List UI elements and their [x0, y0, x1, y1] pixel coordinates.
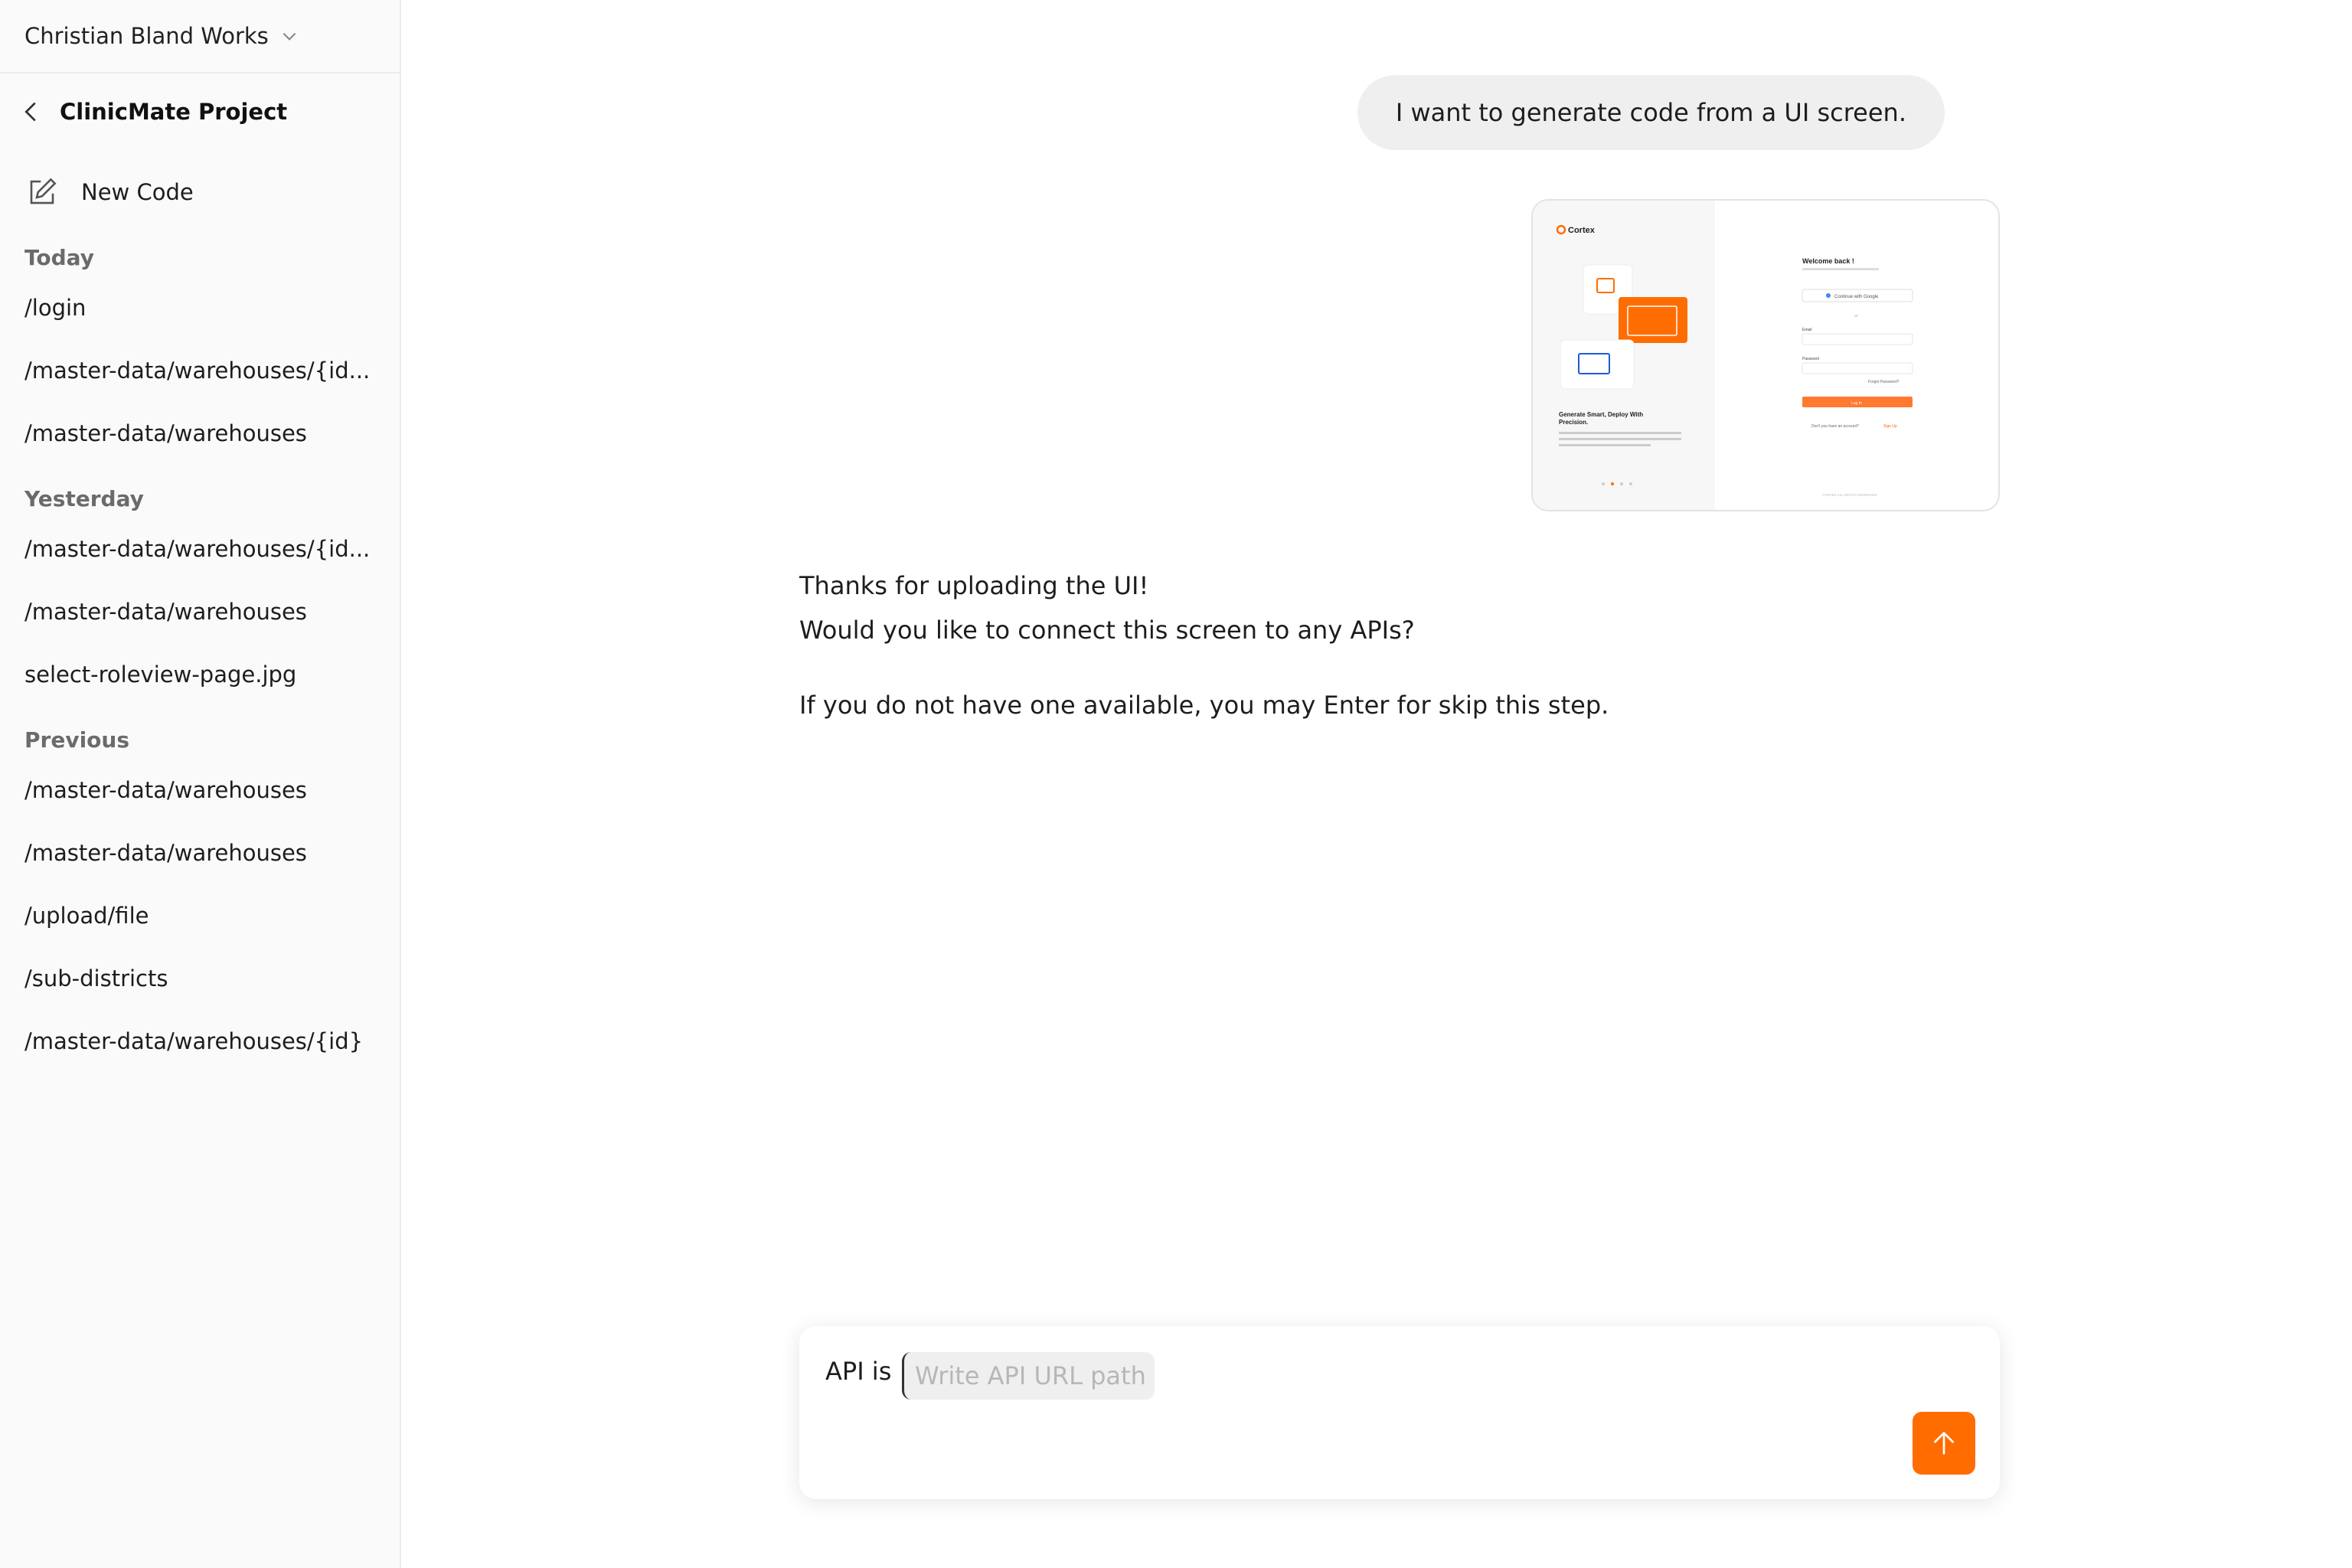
- history-item[interactable]: /master-data/warehouses/{id...: [0, 339, 400, 402]
- history-item[interactable]: /upload/file: [0, 884, 400, 947]
- composer-prefix: API is: [825, 1357, 892, 1386]
- history-item-label: /master-data/warehouses: [24, 840, 307, 866]
- uploaded-screenshot-thumbnail[interactable]: Cortex Generate Smart, Deploy With Preci…: [1531, 199, 2000, 511]
- workspace-name: Christian Bland Works: [24, 23, 269, 49]
- message-composer: API is: [799, 1326, 2000, 1499]
- thumbnail-illustration: Cortex Generate Smart, Deploy With Preci…: [1556, 224, 1687, 485]
- svg-text:Password: Password: [1802, 357, 1819, 361]
- svg-text:CORTEX ALL RIGHTS RESERVED: CORTEX ALL RIGHTS RESERVED: [1822, 493, 1877, 497]
- svg-text:Continue with Google: Continue with Google: [1834, 295, 1879, 299]
- api-url-input[interactable]: [902, 1352, 1155, 1400]
- section-title-yesterday: Yesterday: [24, 486, 144, 511]
- history-item-label: /upload/file: [24, 903, 149, 929]
- history-item[interactable]: /master-data/warehouses/{id}: [0, 1010, 400, 1073]
- svg-text:Forgot Password?: Forgot Password?: [1868, 380, 1900, 384]
- assistant-line: Would you like to connect this screen to…: [799, 616, 1415, 645]
- chevron-down-icon: [283, 32, 296, 41]
- history-item-label: /sub-districts: [24, 965, 168, 991]
- assistant-message: Thanks for uploading the UI! Would you l…: [799, 564, 1609, 727]
- svg-text:Don't you have an account?: Don't you have an account?: [1811, 424, 1859, 429]
- edit-icon: [30, 178, 57, 204]
- history-item-label: /master-data/warehouses/{id...: [24, 358, 371, 384]
- section-title-previous: Previous: [24, 727, 130, 753]
- svg-text:Log In: Log In: [1851, 401, 1862, 406]
- arrow-up-icon: [1934, 1432, 1954, 1455]
- svg-text:Email: Email: [1802, 328, 1812, 332]
- history-item-label: /master-data/warehouses: [24, 599, 307, 625]
- user-message-bubble: I want to generate code from a UI screen…: [1357, 75, 1945, 150]
- history-item[interactable]: /master-data/warehouses/{id...: [0, 518, 400, 580]
- user-message-text: I want to generate code from a UI screen…: [1395, 98, 1906, 127]
- assistant-line: If you do not have one available, you ma…: [799, 691, 1609, 720]
- svg-text:Precision.: Precision.: [1559, 419, 1588, 426]
- history-item[interactable]: /sub-districts: [0, 947, 400, 1010]
- history-item[interactable]: /master-data/warehouses: [0, 822, 400, 884]
- section-title-today: Today: [24, 245, 94, 270]
- new-code-button[interactable]: New Code: [0, 150, 400, 234]
- history-item[interactable]: /master-data/warehouses: [0, 580, 400, 643]
- history-item-label: /master-data/warehouses/{id...: [24, 536, 371, 562]
- history-item[interactable]: /master-data/warehouses: [0, 402, 400, 465]
- assistant-line: Thanks for uploading the UI!: [799, 571, 1149, 600]
- send-button[interactable]: [1913, 1412, 1975, 1475]
- history-item[interactable]: /master-data/warehouses: [0, 759, 400, 822]
- svg-text:or: or: [1854, 314, 1858, 318]
- new-code-label: New Code: [81, 179, 194, 205]
- back-icon[interactable]: [24, 100, 44, 123]
- thumbnail-left-panel: Cortex Generate Smart, Deploy With Preci…: [1533, 201, 1715, 510]
- project-title: ClinicMate Project: [60, 99, 288, 125]
- thumbnail-brand: Cortex: [1568, 226, 1596, 235]
- thumbnail-heading: Welcome back !: [1802, 257, 1854, 265]
- history-item-label: /master-data/warehouses: [24, 420, 307, 446]
- history-item[interactable]: /login: [0, 276, 400, 339]
- thumbnail-login-form: Welcome back ! Continue with Google or E…: [1802, 257, 1913, 497]
- svg-text:Generate Smart, Deploy With: Generate Smart, Deploy With: [1559, 411, 1643, 418]
- history-item-label: /login: [24, 295, 87, 321]
- history-item-label: select-roleview-page.jpg: [24, 662, 297, 688]
- svg-text:Sign Up: Sign Up: [1883, 424, 1897, 429]
- history-item[interactable]: select-roleview-page.jpg: [0, 643, 400, 706]
- project-header: ClinicMate Project: [0, 74, 400, 150]
- history-item-label: /master-data/warehouses/{id}: [24, 1028, 364, 1054]
- workspace-switcher[interactable]: Christian Bland Works: [0, 0, 400, 74]
- thumbnail-right-panel: Welcome back ! Continue with Google or E…: [1715, 201, 1998, 510]
- sidebar: Christian Bland Works ClinicMate Project…: [0, 0, 401, 1568]
- history-item-label: /master-data/warehouses: [24, 777, 307, 803]
